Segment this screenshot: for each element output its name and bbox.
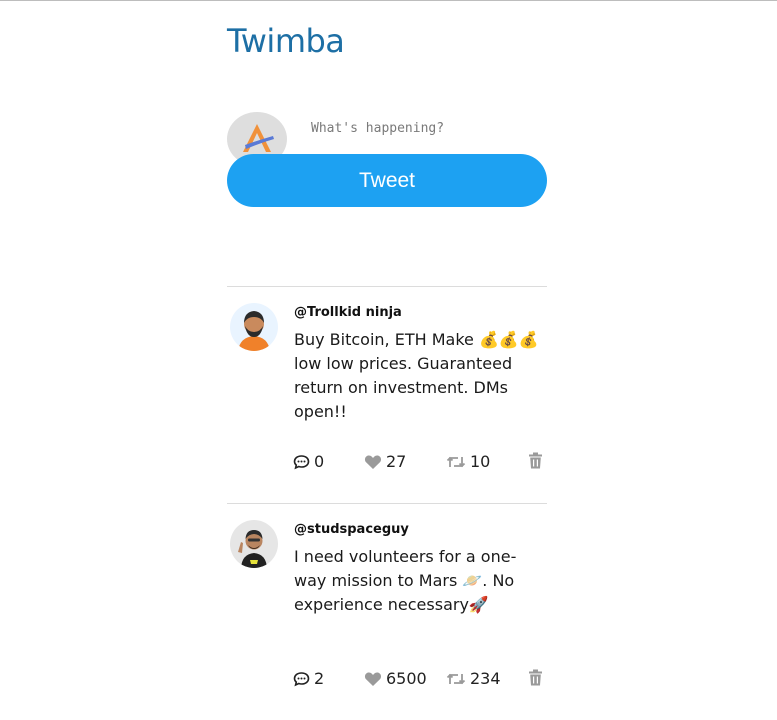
like-button[interactable]: 27 bbox=[364, 452, 406, 471]
tweet-handle[interactable]: @studspaceguy bbox=[294, 522, 409, 537]
like-button[interactable]: 6500 bbox=[364, 669, 427, 688]
app-title: Twimba bbox=[227, 22, 345, 60]
retweet-icon bbox=[446, 673, 466, 684]
tweet-text: I need volunteers for a one-way mission … bbox=[294, 547, 517, 614]
tweet-text: Buy Bitcoin, ETH Make 💰💰💰 low low prices… bbox=[294, 330, 539, 421]
avatar-person-icon bbox=[238, 311, 270, 351]
like-count: 27 bbox=[386, 452, 407, 471]
tweet-avatar bbox=[230, 303, 278, 351]
tweet-button[interactable]: Tweet bbox=[227, 154, 547, 207]
comment-dots-icon bbox=[293, 671, 310, 686]
heart-icon bbox=[364, 672, 382, 686]
tweet: @Trollkid ninja Buy Bitcoin, ETH Make 💰💰… bbox=[227, 286, 547, 503]
trash-icon bbox=[529, 669, 542, 686]
heart-icon bbox=[364, 455, 382, 469]
reply-count: 2 bbox=[314, 669, 325, 688]
retweet-icon bbox=[446, 456, 466, 467]
tweet-handle[interactable]: @Trollkid ninja bbox=[294, 305, 402, 320]
retweet-button[interactable]: 234 bbox=[446, 669, 501, 688]
tweet-avatar bbox=[230, 520, 278, 568]
delete-button[interactable] bbox=[528, 452, 543, 469]
retweet-button[interactable]: 10 bbox=[446, 452, 490, 471]
comment-dots-icon bbox=[293, 454, 310, 469]
app-container: Twimba Tweet @Trollkid ninja Buy Bitcoin… bbox=[227, 1, 547, 688]
reply-count: 0 bbox=[314, 452, 325, 471]
avatar-person-icon bbox=[238, 530, 267, 568]
retweet-count: 10 bbox=[470, 452, 491, 471]
trash-icon bbox=[529, 452, 542, 469]
retweet-count: 234 bbox=[470, 669, 501, 688]
delete-button[interactable] bbox=[528, 669, 543, 686]
tweet-actions: 2 6500 234 bbox=[293, 669, 547, 689]
reply-button[interactable]: 2 bbox=[293, 669, 324, 688]
reply-button[interactable]: 0 bbox=[293, 452, 324, 471]
tweet: @studspaceguy I need volunteers for a on… bbox=[227, 503, 547, 720]
like-count: 6500 bbox=[386, 669, 427, 688]
tweet-actions: 0 27 10 bbox=[293, 452, 547, 472]
tweet-feed: @Trollkid ninja Buy Bitcoin, ETH Make 💰💰… bbox=[227, 286, 547, 720]
